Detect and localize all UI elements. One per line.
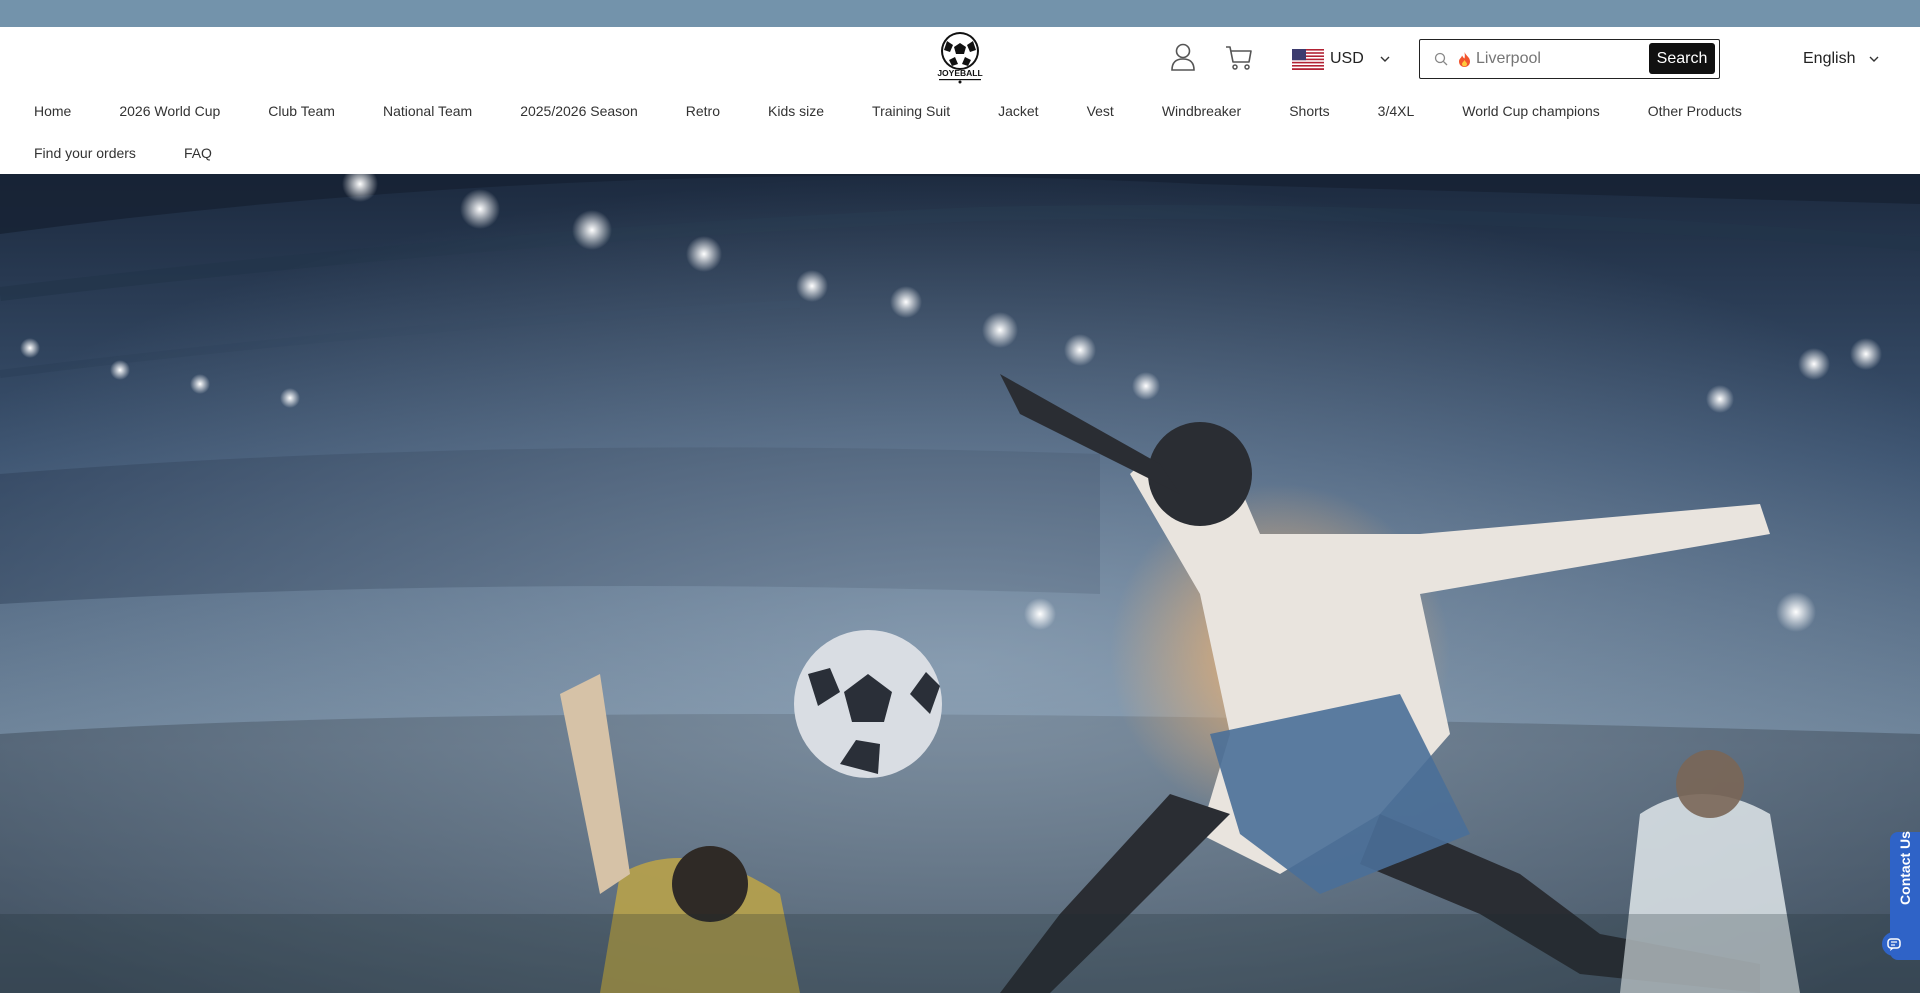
language-label: English: [1803, 50, 1856, 67]
secondary-nav: Find your orders FAQ: [34, 141, 260, 165]
nav-item-home[interactable]: Home: [34, 103, 71, 119]
brand-logo[interactable]: JOYEBALL: [925, 31, 995, 85]
nav-item-3-4xl[interactable]: 3/4XL: [1378, 103, 1415, 119]
nav-item-retro[interactable]: Retro: [686, 103, 720, 119]
hero-image: [0, 174, 1920, 993]
user-icon[interactable]: [1170, 43, 1196, 71]
chevron-down-icon: [1869, 56, 1879, 62]
contact-us-label: Contact Us: [1897, 831, 1913, 905]
nav-item-training-suit[interactable]: Training Suit: [872, 103, 950, 119]
chat-icon[interactable]: [1881, 931, 1907, 957]
cart-icon[interactable]: [1225, 45, 1253, 71]
search-bar: Search: [1419, 39, 1720, 79]
nav-item-jacket[interactable]: Jacket: [998, 103, 1038, 119]
announcement-bar: [0, 0, 1920, 27]
site-header: JOYEBALL USD Liverpool Search English Ho…: [0, 27, 1920, 174]
currency-label: USD: [1330, 50, 1364, 67]
nav-item-find-your-orders[interactable]: Find your orders: [34, 145, 136, 161]
us-flag-icon: [1292, 48, 1324, 70]
nav-item-kids-size[interactable]: Kids size: [768, 103, 824, 119]
nav-item-vest[interactable]: Vest: [1087, 103, 1114, 119]
nav-item-2025-2026-season[interactable]: 2025/2026 Season: [520, 103, 638, 119]
currency-selector[interactable]: USD: [1292, 47, 1390, 71]
nav-item-club-team[interactable]: Club Team: [268, 103, 335, 119]
hero-banner[interactable]: [0, 174, 1920, 993]
nav-item-national-team[interactable]: National Team: [383, 103, 472, 119]
nav-item-world-cup-champions[interactable]: World Cup champions: [1462, 103, 1599, 119]
nav-item-other-products[interactable]: Other Products: [1648, 103, 1742, 119]
chevron-down-icon: [1380, 56, 1390, 62]
search-button[interactable]: Search: [1649, 43, 1715, 74]
nav-item-windbreaker[interactable]: Windbreaker: [1162, 103, 1241, 119]
main-nav: Home 2026 World Cup Club Team National T…: [34, 99, 1790, 123]
logo-text: JOYEBALL: [937, 68, 982, 78]
search-input[interactable]: [1456, 45, 1656, 73]
language-selector[interactable]: English: [1803, 47, 1879, 71]
nav-item-faq[interactable]: FAQ: [184, 145, 212, 161]
nav-item-2026-world-cup[interactable]: 2026 World Cup: [119, 103, 220, 119]
nav-item-shorts[interactable]: Shorts: [1289, 103, 1329, 119]
search-icon: [1434, 52, 1448, 66]
